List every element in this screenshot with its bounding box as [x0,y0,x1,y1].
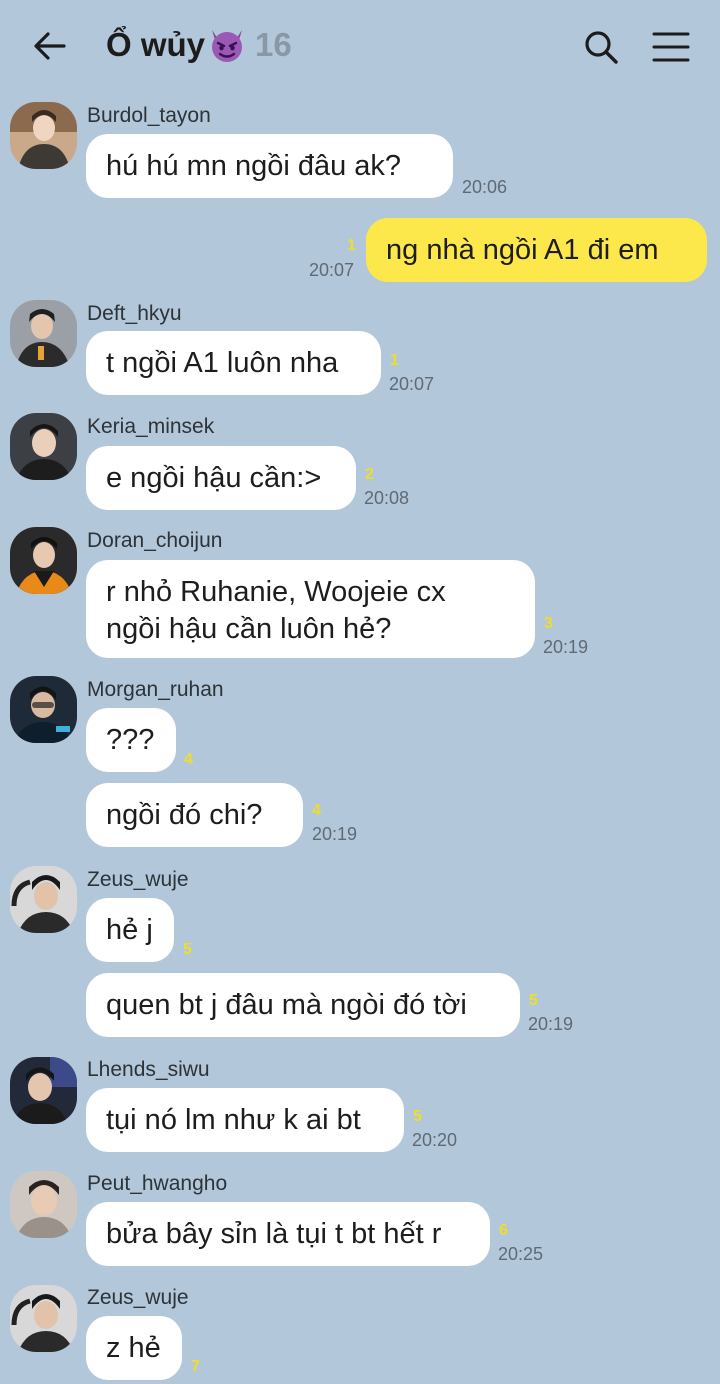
message-bubble[interactable]: bửa bây sỉn là tụi t bt hết r [86,1202,490,1266]
avatar-photo [10,1057,77,1124]
avatar-photo [10,866,77,933]
message-time: 20:25 [498,1244,544,1264]
avatar-photo [10,300,77,367]
avatar-photo [10,1171,77,1238]
message-bubble[interactable]: tụi nó lm như k ai bt [86,1088,404,1152]
message-bubble[interactable]: e ngồi hậu cần:> [86,446,356,510]
avatar-peut-hwangho[interactable] [10,1171,77,1238]
message-time: 20:06 [462,177,508,197]
avatar-lhends-siwu[interactable] [10,1057,77,1124]
message-time: 20:19 [312,824,358,844]
unread-count: 4 [312,802,321,819]
unread-count: 6 [499,1222,508,1239]
sender-name: Peut_hwangho [87,1172,228,1195]
avatar-photo [10,527,77,594]
avatar-zeus-wuje[interactable] [10,866,77,933]
message-time: 20:07 [309,260,355,280]
avatar-doran-choijun[interactable] [10,527,77,594]
avatar-photo [10,413,77,480]
unread-count: 3 [544,615,553,632]
my-message-bubble[interactable]: ng nhà ngồi A1 đi em [366,218,707,282]
unread-count: 5 [183,941,192,958]
sender-name: Zeus_wuje [87,868,189,891]
message-bubble[interactable]: ??? [86,708,176,772]
message-time: 20:07 [389,374,435,394]
sender-name: Burdol_tayon [87,104,211,127]
sender-name: Deft_hkyu [87,302,182,325]
avatar-photo [10,102,77,169]
chat-title: Ổ wủy 16 [106,24,292,64]
avatar-zeus-wuje[interactable] [10,1285,77,1352]
sender-name: Zeus_wuje [87,1286,189,1309]
message-bubble[interactable]: z hẻ [86,1316,182,1380]
message-bubble[interactable]: quen bt j đâu mà ngòi đó tời [86,973,520,1037]
member-count: 16 [255,26,292,63]
unread-count: 5 [413,1108,422,1125]
message-bubble[interactable]: ngồi đó chi? [86,783,303,847]
unread-count: 4 [184,751,193,768]
message-time: 20:08 [364,488,410,508]
avatar-deft-hkyu[interactable] [10,300,77,367]
avatar-photo [10,676,77,743]
sender-name: Keria_minsek [87,415,215,438]
unread-count: 2 [365,466,374,483]
message-bubble[interactable]: hẻ j [86,898,174,962]
back-arrow-icon[interactable] [30,26,70,66]
avatar-burdol-tayon[interactable] [10,102,77,169]
unread-count: 1 [390,352,399,369]
menu-icon[interactable] [652,30,690,64]
avatar-keria-minsek[interactable] [10,413,77,480]
chat-header: Ổ wủy 16 [0,0,720,96]
unread-count: 7 [191,1358,200,1375]
message-bubble[interactable]: r nhỏ Ruhanie, Woojeie cx ngồi hậu cần l… [86,560,535,658]
sender-name: Lhends_siwu [87,1058,210,1081]
message-time: 20:20 [412,1130,458,1150]
unread-count: 1 [347,237,356,254]
chat-room-name: Ổ wủy [106,26,206,63]
purple-devil-emoji-icon [212,30,243,62]
sender-name: Doran_choijun [87,529,223,552]
message-time: 20:19 [528,1014,574,1034]
message-bubble[interactable]: t ngồi A1 luôn nha [86,331,381,395]
search-icon[interactable] [582,28,620,66]
avatar-morgan-ruhan[interactable] [10,676,77,743]
avatar-photo [10,1285,77,1352]
sender-name: Morgan_ruhan [87,678,224,701]
message-bubble[interactable]: hú hú mn ngồi đâu ak? [86,134,453,198]
unread-count: 5 [529,992,538,1009]
message-time: 20:19 [543,637,589,657]
